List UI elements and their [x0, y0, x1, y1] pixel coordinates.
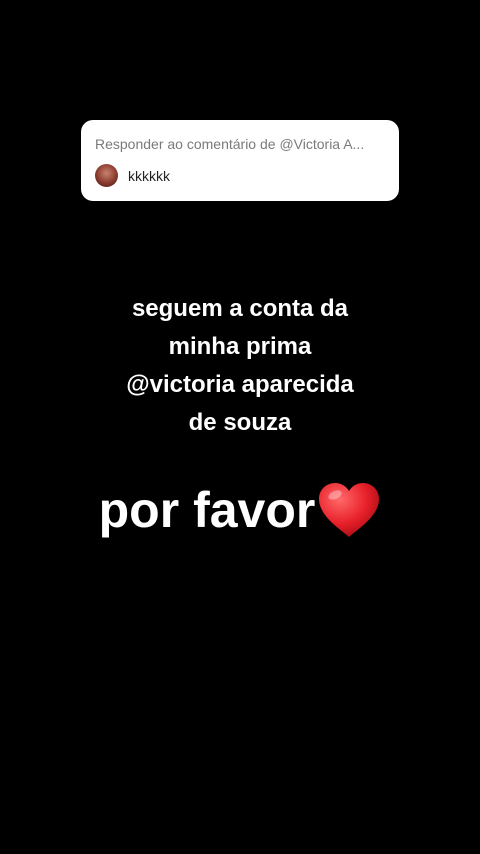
comment-row: kkkkkk: [95, 164, 385, 187]
caption-text: seguem a conta da minha prima @victoria …: [40, 290, 440, 442]
caption-line: minha prima: [168, 333, 312, 360]
caption-line: @victoria aparecida: [126, 371, 354, 398]
red-heart-icon: [317, 481, 381, 539]
avatar: [95, 164, 118, 187]
caption-line: seguem a conta da: [131, 295, 349, 322]
video-frame: Responder ao comentário de @Victoria A..…: [0, 0, 480, 854]
plea-text: por favor: [98, 482, 316, 538]
reply-header: Responder ao comentário de @Victoria A..…: [95, 136, 365, 152]
caption-line: de souza: [188, 409, 292, 436]
comment-text: kkkkkk: [128, 167, 170, 184]
plea-text-row: por favor: [0, 478, 480, 542]
comment-reply-sticker[interactable]: Responder ao comentário de @Victoria A..…: [81, 120, 399, 201]
